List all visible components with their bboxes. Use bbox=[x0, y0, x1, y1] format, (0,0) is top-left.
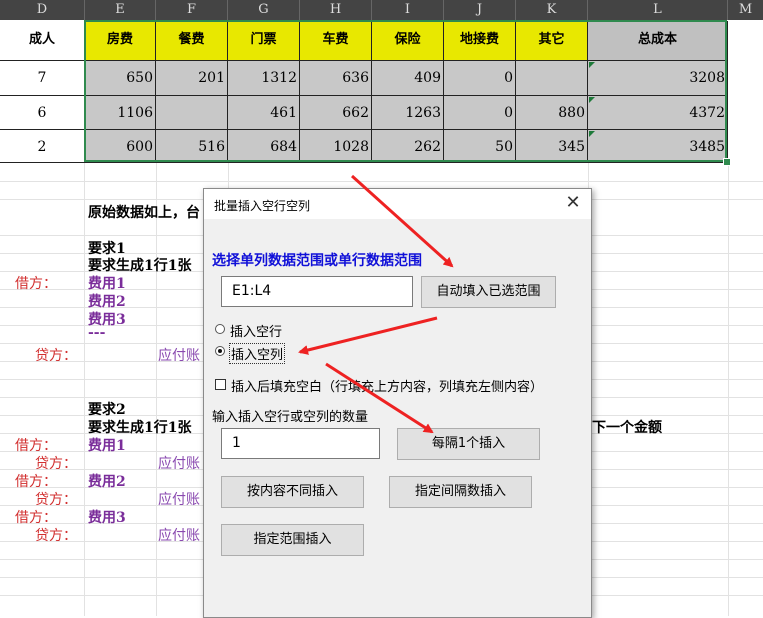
arrow-to-auto-fill bbox=[350, 174, 454, 268]
arrow-to-insert-column bbox=[298, 316, 438, 355]
arrow-to-insert-every bbox=[325, 362, 434, 434]
annotation-arrows bbox=[298, 174, 454, 434]
